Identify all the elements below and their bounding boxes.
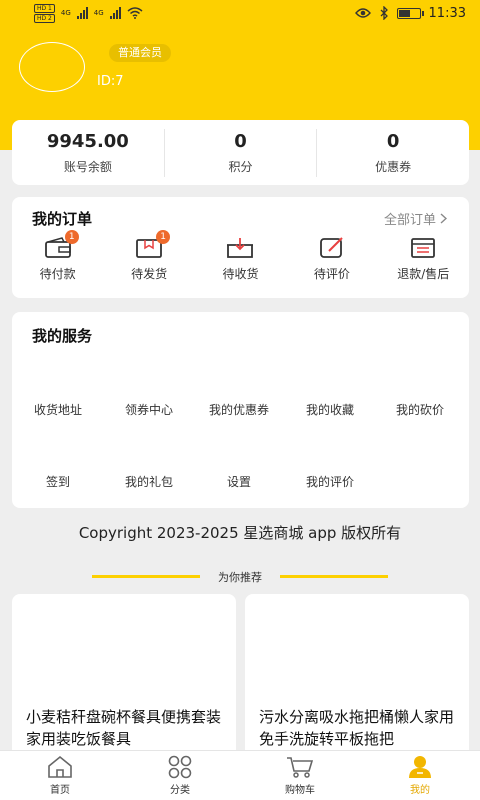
order-status-row: 1 待付款 1 待发货 待收货 待评价 退款/售后 [12,230,469,282]
my-services-card: 我的服务 收货地址 领券中心 我的优惠券 我的收藏 我的砍价 签到 我的礼包 设… [12,312,469,508]
tab-mine[interactable]: 我的 [360,751,480,800]
status-time: 11:33 [428,5,466,21]
status-left: HD 1 HD 2 4G 4G [34,3,143,23]
order-label: 待评价 [313,267,350,281]
stat-label: 积分 [228,159,253,174]
service-bargain[interactable]: 我的砍价 [375,401,465,418]
service-gift-pack[interactable]: 我的礼包 [104,473,194,490]
tab-label: 分类 [170,785,190,796]
tab-category[interactable]: 分类 [120,751,240,800]
tab-cart[interactable]: 购物车 [240,751,360,800]
tab-home[interactable]: 首页 [0,751,120,800]
eye-icon [354,8,371,18]
divider-line [280,575,388,578]
avatar[interactable] [19,42,85,92]
wifi-icon [127,7,143,19]
service-settings[interactable]: 设置 [194,473,284,490]
tab-label: 我的 [410,785,430,796]
status-right: 11:33 [354,5,466,21]
bluetooth-icon [380,6,388,20]
home-icon [48,755,72,778]
stat-label: 账号余额 [63,159,112,174]
order-pending-receipt[interactable]: 待收货 [200,235,280,282]
recommend-title: 为你推荐 [218,571,262,584]
stat-points[interactable]: 0 积分 [163,128,317,177]
network-label-2: 4G [93,9,104,17]
service-favorites[interactable]: 我的收藏 [285,401,375,418]
battery-icon [396,7,424,19]
service-checkin[interactable]: 签到 [13,473,103,490]
user-id: ID:7 [97,74,124,89]
product-name: 污水分离吸水拖把桶懒人家用免手洗旋转平板拖把 [259,708,455,748]
recommend-header: 为你推荐 [0,568,480,584]
product-card[interactable]: 小麦秸秆盘碗杯餐具便携套装家用装吃饭餐具 [12,594,236,764]
network-label-1: 4G [60,9,71,17]
service-my-reviews[interactable]: 我的评价 [285,473,375,490]
signal-icon [76,7,88,19]
order-pending-review[interactable]: 待评价 [292,235,372,282]
order-label: 待发货 [131,267,168,281]
all-orders-link[interactable]: 全部订单 [384,209,447,228]
orders-title: 我的订单 [32,210,93,228]
tab-label: 购物车 [285,785,315,796]
wallet-icon: 1 [43,230,79,261]
service-address[interactable]: 收货地址 [13,401,103,418]
product-name: 小麦秸秆盘碗杯餐具便携套装家用装吃饭餐具 [26,708,222,748]
order-label: 退款/售后 [397,267,450,281]
hd-badge-1: HD 1 [34,3,55,13]
stat-balance[interactable]: 9945.00 账号余额 [12,129,164,177]
copyright-text: Copyright 2023-2025 星选商城 app 版权所有 [78,524,402,542]
count-badge: 1 [64,230,79,244]
inbox-icon [225,235,255,261]
product-card[interactable]: 污水分离吸水拖把桶懒人家用免手洗旋转平板拖把 [245,594,469,764]
hd-badge-2: HD 2 [34,13,55,23]
stat-value: 0 [386,130,400,152]
order-pending-payment[interactable]: 1 待付款 [18,230,98,282]
order-pending-shipment[interactable]: 1 待发货 [109,230,189,282]
user-icon [409,756,431,778]
service-my-coupons[interactable]: 我的优惠券 [194,401,284,418]
edit-icon [317,235,347,261]
category-icon [168,755,192,779]
bottom-tab-bar: 首页 分类 购物车 我的 [0,750,480,800]
stat-coupons[interactable]: 0 优惠券 [316,128,469,177]
chevron-right-icon [440,213,447,224]
package-icon: 1 [134,230,171,261]
tab-label: 首页 [50,785,70,796]
cart-icon [287,757,314,778]
member-level-badge: 普通会员 [109,44,171,62]
count-badge: 1 [156,230,171,244]
order-refund[interactable]: 退款/售后 [383,235,463,282]
status-bar: HD 1 HD 2 4G 4G 11:33 [0,0,480,26]
all-orders-label: 全部订单 [383,213,436,228]
my-orders-card: 我的订单 全部订单 1 待付款 1 待发货 待收货 待评价 退款/售后 [12,197,469,298]
stat-value: 0 [234,130,247,152]
sim-indicators: HD 1 HD 2 [34,3,55,23]
order-label: 待付款 [39,267,76,281]
account-stats-card: 9945.00 账号余额 0 积分 0 优惠券 [12,120,469,185]
service-coupon-center[interactable]: 领券中心 [104,401,194,418]
services-title: 我的服务 [32,327,93,345]
stat-value: 9945.00 [46,130,129,152]
signal-icon-2 [109,7,121,19]
stat-label: 优惠券 [375,159,412,174]
order-label: 待收货 [222,267,259,281]
list-icon [408,235,438,261]
